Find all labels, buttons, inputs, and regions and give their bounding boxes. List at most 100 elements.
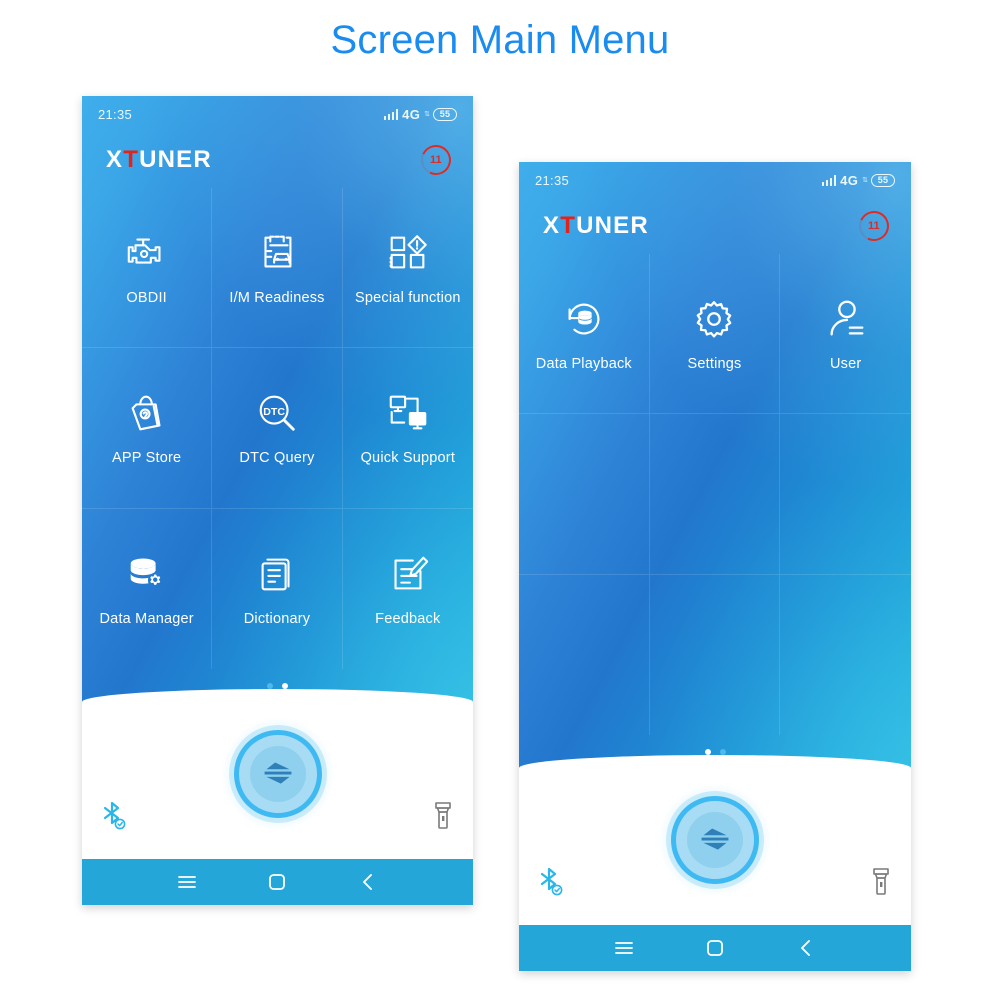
connect-swap-icon xyxy=(701,828,729,850)
menu-item-dictionary[interactable]: Dictionary xyxy=(212,508,343,669)
phone-mockup-two: 21:35 4G ⇅ 55 X T UNER 11 Data Playback … xyxy=(519,162,911,971)
battery-indicator: 55 xyxy=(871,173,895,187)
notification-badge[interactable]: 11 xyxy=(854,206,894,246)
data-playback-icon xyxy=(561,296,607,342)
menu-item-label: Dictionary xyxy=(243,610,311,627)
brand-logo: X T UNER xyxy=(543,212,649,240)
gear-icon xyxy=(691,296,737,342)
flashlight-icon[interactable] xyxy=(871,867,891,897)
menu-item-empty-8 xyxy=(650,574,781,735)
menu-item-data-playback[interactable]: Data Playback xyxy=(519,254,650,415)
menu-item-label: User xyxy=(829,355,862,372)
app-header: X T UNER 11 xyxy=(519,198,911,254)
connect-core xyxy=(687,812,743,868)
home-square-icon[interactable] xyxy=(702,935,728,961)
notification-badge[interactable]: 11 xyxy=(416,140,456,180)
menu-item-label: Data Manager xyxy=(99,610,194,627)
menu-item-quick-support[interactable]: Quick Support xyxy=(342,348,473,509)
menu-item-label: DTC Query xyxy=(239,449,315,466)
status-time: 21:35 xyxy=(535,172,570,188)
menu-item-label: APP Store xyxy=(112,449,182,466)
menu-item-user[interactable]: User xyxy=(780,254,911,415)
menu-icon[interactable] xyxy=(174,869,200,895)
connect-button[interactable] xyxy=(221,718,334,830)
page-indicator xyxy=(519,735,911,769)
document-pencil-icon xyxy=(385,551,431,597)
signal-bars-icon xyxy=(821,174,837,186)
connect-button[interactable] xyxy=(659,784,771,896)
brand-suffix: UNER xyxy=(576,212,649,239)
battery-indicator: 55 xyxy=(433,107,457,121)
document-icon xyxy=(254,551,300,597)
main-menu-grid: OBDII I/M Readiness Special function APP… xyxy=(82,188,473,669)
shopping-bag-icon xyxy=(124,390,170,436)
remote-support-icon xyxy=(385,390,431,436)
user-icon xyxy=(823,296,869,342)
menu-item-empty-4 xyxy=(519,414,650,575)
menu-item-label: Data Playback xyxy=(535,355,632,372)
android-nav-bar xyxy=(519,925,911,971)
notification-badge-count: 11 xyxy=(868,220,880,233)
connect-panel xyxy=(82,689,473,859)
connect-panel xyxy=(519,755,911,925)
dtc-magnifier-icon: DTC xyxy=(254,390,300,436)
home-square-icon[interactable] xyxy=(264,869,290,895)
notification-badge-count: 11 xyxy=(430,154,442,167)
android-nav-bar xyxy=(82,859,473,905)
svg-text:DTC: DTC xyxy=(263,406,285,418)
menu-item-dtc-query[interactable]: DTC DTC Query xyxy=(212,348,343,509)
bluetooth-connected-icon[interactable] xyxy=(537,865,565,897)
network-label: 4G xyxy=(402,106,421,122)
flashlight-icon[interactable] xyxy=(433,801,453,831)
special-function-icon xyxy=(385,230,431,276)
data-transfer-icon: ⇅ xyxy=(424,110,430,118)
menu-item-label: Settings xyxy=(687,355,742,372)
menu-item-obdii[interactable]: OBDII xyxy=(82,188,213,349)
brand-prefix: X xyxy=(543,212,561,239)
page-dot-1[interactable] xyxy=(267,683,273,689)
brand-logo: X T UNER xyxy=(106,146,212,174)
brand-suffix: UNER xyxy=(139,146,212,173)
menu-item-empty-6 xyxy=(780,414,911,575)
connect-core xyxy=(249,746,306,802)
clipboard-car-icon xyxy=(254,230,300,276)
menu-item-label: Feedback xyxy=(375,610,441,627)
menu-item-im-readiness[interactable]: I/M Readiness xyxy=(212,188,343,349)
phone-mockup-one: 21:35 4G ⇅ 55 X T UNER 11 OBDII I/M Read… xyxy=(82,96,473,905)
signal-bars-icon xyxy=(383,108,399,120)
menu-icon[interactable] xyxy=(611,935,637,961)
page-dot-2[interactable] xyxy=(282,683,288,689)
menu-item-label: I/M Readiness xyxy=(229,289,325,306)
engine-icon xyxy=(124,230,170,276)
menu-item-empty-7 xyxy=(519,574,650,735)
brand-accent-letter: T xyxy=(560,212,577,239)
database-gear-icon xyxy=(124,551,170,597)
app-screen-one: 21:35 4G ⇅ 55 X T UNER 11 OBDII I/M Read… xyxy=(82,96,473,703)
menu-item-special-function[interactable]: Special function xyxy=(342,188,473,349)
page-indicator xyxy=(82,669,473,703)
bluetooth-connected-icon[interactable] xyxy=(100,799,128,831)
menu-item-settings[interactable]: Settings xyxy=(649,254,781,415)
status-bar: 21:35 4G ⇅ 55 xyxy=(519,162,911,198)
menu-item-label: Quick Support xyxy=(360,449,456,466)
connect-ring xyxy=(233,730,322,818)
brand-prefix: X xyxy=(106,146,124,173)
menu-item-label: OBDII xyxy=(126,289,167,306)
app-header: X T UNER 11 xyxy=(82,132,473,188)
network-label: 4G xyxy=(840,172,859,188)
menu-item-feedback[interactable]: Feedback xyxy=(343,509,473,669)
menu-item-empty-9 xyxy=(780,575,911,735)
menu-item-app-store[interactable]: APP Store xyxy=(82,348,213,509)
status-bar: 21:35 4G ⇅ 55 xyxy=(82,96,473,132)
page-title: Screen Main Menu xyxy=(330,18,670,62)
menu-item-label: Special function xyxy=(355,289,461,306)
data-transfer-icon: ⇅ xyxy=(862,176,868,184)
menu-item-data-manager[interactable]: Data Manager xyxy=(82,508,213,669)
page-dot-2[interactable] xyxy=(719,749,726,755)
menu-item-empty-5 xyxy=(649,414,781,575)
back-chevron-icon[interactable] xyxy=(793,935,819,961)
app-screen-two: 21:35 4G ⇅ 55 X T UNER 11 Data Playback … xyxy=(519,162,911,769)
status-time: 21:35 xyxy=(98,106,133,122)
page-dot-1[interactable] xyxy=(704,749,711,755)
back-chevron-icon[interactable] xyxy=(355,869,381,895)
